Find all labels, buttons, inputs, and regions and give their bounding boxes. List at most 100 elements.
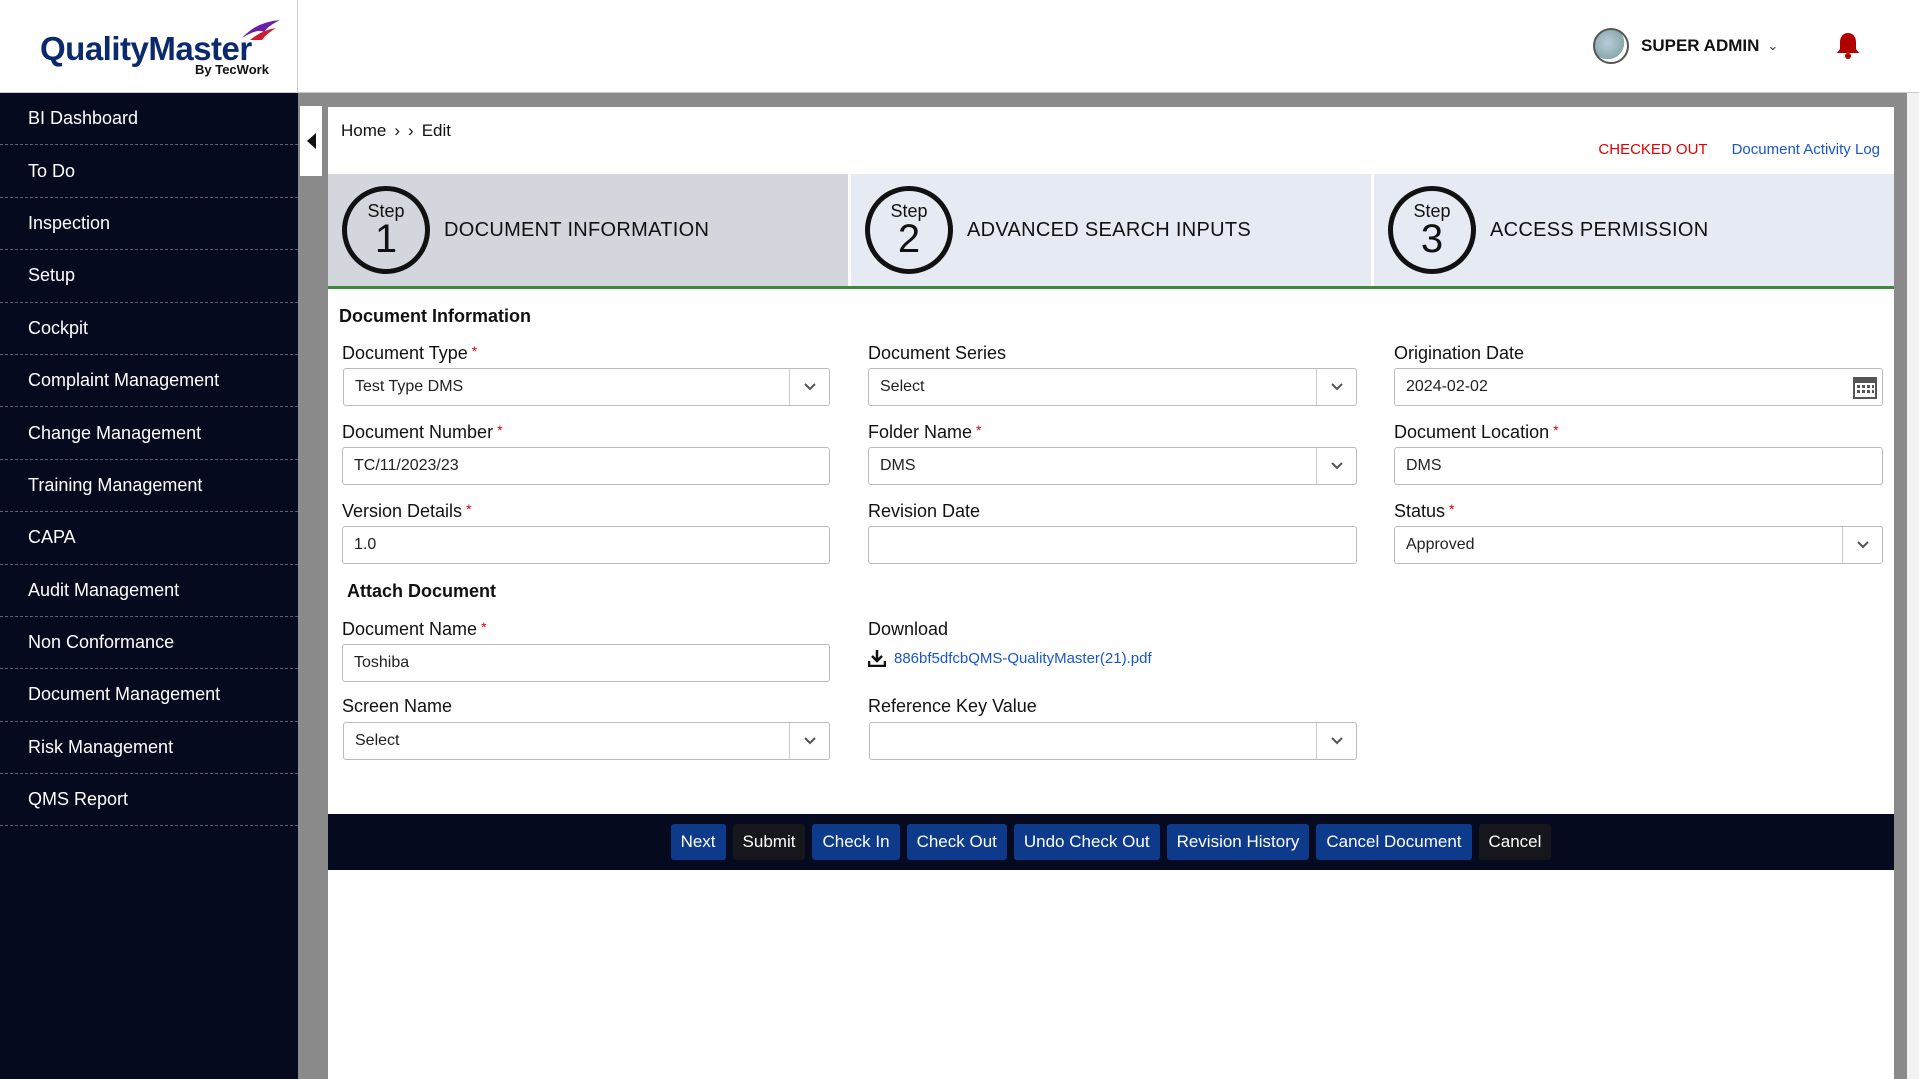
download-file-link[interactable]: 886bf5dfcbQMS-QualityMaster(21).pdf — [868, 649, 1152, 667]
status-value: Approved — [1406, 536, 1475, 553]
download-label: Download — [868, 619, 949, 639]
chevron-down-icon[interactable] — [1316, 369, 1356, 405]
step-number: 1 — [374, 217, 398, 261]
sidebar-item-cockpit[interactable]: Cockpit — [0, 303, 298, 355]
sidebar-item-audit-management[interactable]: Audit Management — [0, 565, 298, 617]
sidebar-collapse-button[interactable] — [300, 106, 322, 176]
version-details-label: Version Details * — [342, 501, 472, 522]
step-document-information[interactable]: Step 1 DOCUMENT INFORMATION — [328, 174, 851, 286]
step-number-circle: Step 3 — [1388, 186, 1476, 274]
required-mark: * — [481, 619, 487, 635]
sidebar-item-to-do[interactable]: To Do — [0, 145, 298, 198]
check-in-button[interactable]: Check In — [812, 824, 900, 860]
folder-name-label: Folder Name * — [868, 422, 982, 443]
document-number-label: Document Number * — [342, 422, 503, 443]
sidebar-item-complaint-management[interactable]: Complaint Management — [0, 355, 298, 408]
required-mark: * — [976, 422, 982, 438]
required-mark: * — [497, 422, 503, 438]
sidebar-item-qms-report[interactable]: QMS Report — [0, 774, 298, 827]
screen-name-label: Screen Name — [342, 696, 453, 716]
document-series-label: Document Series — [868, 343, 1007, 363]
document-location-label: Document Location * — [1394, 422, 1559, 443]
document-activity-log-link[interactable]: Document Activity Log — [1732, 141, 1880, 158]
document-type-select[interactable]: Test Type DMS — [343, 368, 830, 406]
required-mark: * — [1553, 422, 1559, 438]
check-out-button[interactable]: Check Out — [906, 824, 1007, 860]
status-label: Status * — [1394, 501, 1454, 522]
app-logo[interactable]: QualityMaster By TecWork — [0, 0, 298, 93]
document-location-input[interactable]: DMS — [1394, 447, 1883, 485]
screen-name-value: Select — [355, 732, 400, 749]
step-access-permission[interactable]: Step 3 ACCESS PERMISSION — [1374, 174, 1894, 286]
cancel-document-button[interactable]: Cancel Document — [1316, 824, 1472, 860]
folder-name-label-text: Folder Name — [868, 422, 973, 442]
calendar-icon[interactable] — [1852, 374, 1878, 400]
version-details-input[interactable]: 1.0 — [342, 526, 830, 564]
step-number: 3 — [1420, 217, 1444, 261]
document-name-input[interactable]: Toshiba — [342, 644, 830, 682]
page-scrollbar[interactable] — [1907, 93, 1919, 1079]
reference-key-label: Reference Key Value — [868, 696, 1037, 716]
sidebar-item-training-management[interactable]: Training Management — [0, 460, 298, 513]
required-mark: * — [466, 501, 472, 517]
sidebar-item-non-conformance[interactable]: Non Conformance — [0, 617, 298, 670]
next-button[interactable]: Next — [670, 824, 726, 860]
document-number-input[interactable]: TC/11/2023/23 — [342, 447, 830, 485]
chevron-down-icon[interactable] — [789, 723, 829, 759]
document-name-value: Toshiba — [354, 654, 410, 671]
sidebar-item-change-management[interactable]: Change Management — [0, 407, 298, 460]
logo-subtext: By TecWork — [195, 62, 269, 77]
chevron-down-icon[interactable] — [1316, 723, 1356, 759]
document-name-label-text: Document Name — [342, 619, 478, 639]
sidebar-item-risk-management[interactable]: Risk Management — [0, 722, 298, 775]
sidebar-item-bi-dashboard[interactable]: BI Dashboard — [0, 93, 298, 146]
version-details-label-text: Version Details — [342, 501, 463, 521]
avatar[interactable] — [1593, 28, 1629, 64]
user-name[interactable]: SUPER ADMIN — [1641, 36, 1759, 56]
step-title: ACCESS PERMISSION — [1490, 218, 1709, 241]
wizard-steps: Step 1 DOCUMENT INFORMATION Step 2 ADVAN… — [328, 174, 1894, 289]
document-number-value: TC/11/2023/23 — [354, 457, 459, 474]
user-menu[interactable]: SUPER ADMIN ⌄ — [1593, 28, 1778, 64]
document-status-row: CHECKED OUT Document Activity Log — [1598, 141, 1880, 158]
status-label-text: Status — [1394, 501, 1446, 521]
main-panel: Home › › Edit CHECKED OUT Document Activ… — [328, 107, 1894, 1079]
sidebar-item-setup[interactable]: Setup — [0, 250, 298, 303]
step-advanced-search-inputs[interactable]: Step 2 ADVANCED SEARCH INPUTS — [851, 174, 1374, 286]
step-number: 2 — [897, 217, 921, 261]
screen-name-select[interactable]: Select — [343, 722, 830, 760]
required-mark: * — [471, 343, 478, 359]
revision-history-button[interactable]: Revision History — [1166, 824, 1310, 860]
checked-out-status: CHECKED OUT — [1598, 141, 1708, 158]
undo-check-out-button[interactable]: Undo Check Out — [1013, 824, 1160, 860]
step-number-circle: Step 1 — [342, 186, 430, 274]
breadcrumb: Home › › Edit — [341, 121, 451, 141]
folder-name-value: DMS — [880, 457, 916, 474]
breadcrumb-separator: › — [394, 121, 401, 140]
chevron-down-icon[interactable] — [1842, 527, 1882, 563]
chevron-down-icon[interactable] — [1316, 448, 1356, 484]
breadcrumb-home[interactable]: Home — [341, 121, 386, 141]
sidebar-item-capa[interactable]: CAPA — [0, 512, 298, 565]
breadcrumb-current: Edit — [421, 121, 451, 140]
section-title-attach-document: Attach Document — [347, 581, 497, 601]
required-mark: * — [1449, 501, 1455, 517]
document-type-label: Document Type * — [342, 343, 477, 364]
status-select[interactable]: Approved — [1394, 526, 1883, 564]
revision-date-input[interactable] — [868, 526, 1357, 564]
origination-date-input[interactable]: 2024-02-02 — [1394, 368, 1883, 406]
document-series-select[interactable]: Select — [868, 368, 1357, 406]
sidebar-item-document-management[interactable]: Document Management — [0, 669, 298, 722]
document-type-label-text: Document Type — [342, 343, 468, 363]
folder-name-select[interactable]: DMS — [868, 447, 1357, 485]
chevron-down-icon[interactable]: ⌄ — [1767, 38, 1778, 54]
cancel-button[interactable]: Cancel — [1478, 824, 1552, 860]
notification-bell-icon[interactable] — [1835, 31, 1861, 59]
reference-key-select[interactable] — [869, 722, 1357, 760]
submit-button[interactable]: Submit — [732, 824, 806, 860]
download-icon — [868, 650, 886, 667]
chevron-down-icon[interactable] — [789, 369, 829, 405]
download-file-name[interactable]: 886bf5dfcbQMS-QualityMaster(21).pdf — [894, 650, 1152, 667]
sidebar-item-inspection[interactable]: Inspection — [0, 198, 298, 251]
caret-left-icon — [306, 133, 316, 149]
